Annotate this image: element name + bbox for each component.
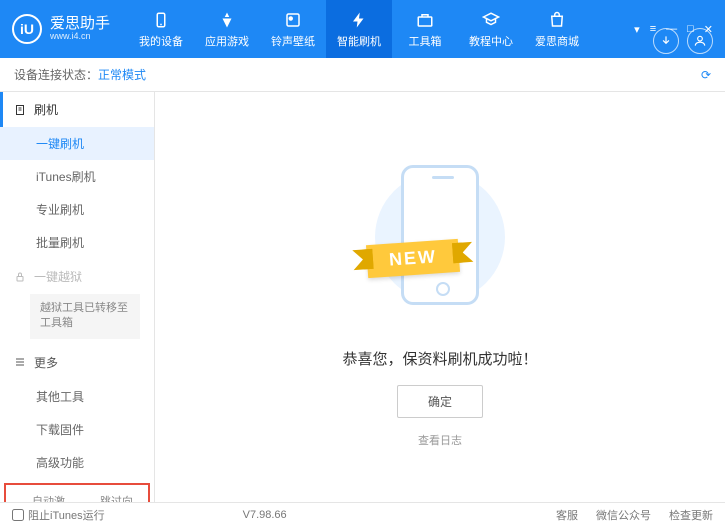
sidebar: 刷机 一键刷机 iTunes刷机 专业刷机 批量刷机 一键越狱 越狱工具已转移至… [0, 92, 155, 502]
sidebar-item-itunes[interactable]: iTunes刷机 [0, 160, 154, 193]
nav-label: 应用游戏 [205, 33, 249, 49]
view-log-link[interactable]: 查看日志 [418, 432, 462, 448]
sidebar-item-oneclick[interactable]: 一键刷机 [0, 127, 154, 160]
nav-media[interactable]: 铃声壁纸 [260, 0, 326, 58]
checkbox-label: 跳过向导 [100, 493, 138, 502]
block-itunes-checkbox[interactable]: 阻止iTunes运行 [12, 507, 105, 523]
nav-label: 教程中心 [469, 33, 513, 49]
user-button[interactable] [687, 28, 713, 54]
footer-update[interactable]: 检查更新 [669, 507, 713, 523]
sidebar-item-other-tools[interactable]: 其他工具 [0, 380, 154, 413]
nav-tutorial[interactable]: 教程中心 [458, 0, 524, 58]
store-icon [547, 10, 567, 30]
sidebar-label: 刷机 [34, 101, 58, 118]
device-icon [151, 10, 171, 30]
sidebar-label: 一键越狱 [34, 268, 82, 285]
status-label: 设备连接状态： [14, 66, 98, 83]
document-icon [14, 104, 26, 116]
skip-guide-checkbox[interactable]: 跳过向导 [84, 493, 138, 502]
app-title: 爱思助手 [50, 16, 110, 33]
status-mode: 正常模式 [98, 66, 146, 83]
status-bar: 设备连接状态： 正常模式 ⟳ [0, 58, 725, 92]
apps-icon [217, 10, 237, 30]
app-url: www.i4.cn [50, 32, 110, 42]
ok-button[interactable]: 确定 [397, 385, 483, 418]
footer-wechat[interactable]: 微信公众号 [596, 507, 651, 523]
checkbox-label: 阻止iTunes运行 [28, 507, 105, 523]
nav-flash[interactable]: 智能刷机 [326, 0, 392, 58]
sidebar-item-pro[interactable]: 专业刷机 [0, 193, 154, 226]
list-icon [14, 356, 26, 368]
sidebar-more-header[interactable]: 更多 [0, 345, 154, 380]
nav-toolbox[interactable]: 工具箱 [392, 0, 458, 58]
refresh-icon[interactable]: ⟳ [701, 68, 711, 82]
ribbon-new: NEW [366, 238, 460, 277]
sidebar-flash-header[interactable]: 刷机 [0, 92, 154, 127]
nav-label: 铃声壁纸 [271, 33, 315, 49]
main-content: NEW 恭喜您，保资料刷机成功啦！ 确定 查看日志 [155, 92, 725, 502]
nav-apps[interactable]: 应用游戏 [194, 0, 260, 58]
footer-support[interactable]: 客服 [556, 507, 578, 523]
lock-icon [14, 271, 26, 283]
jailbreak-note: 越狱工具已转移至工具箱 [30, 294, 140, 339]
success-message: 恭喜您，保资料刷机成功啦！ [342, 348, 537, 369]
main-nav: 我的设备 应用游戏 铃声壁纸 智能刷机 工具箱 教程中心 爱思商城 [128, 0, 590, 58]
nav-label: 工具箱 [409, 33, 442, 49]
nav-label: 我的设备 [139, 33, 183, 49]
checkbox-label: 自动激活 [32, 493, 70, 502]
options-row: 自动激活 跳过向导 [4, 483, 150, 502]
flash-icon [349, 10, 369, 30]
sidebar-jailbreak: 一键越狱 [0, 259, 154, 294]
sidebar-label: 更多 [34, 354, 58, 371]
version-label: V7.98.66 [243, 509, 287, 521]
app-header: iU 爱思助手 www.i4.cn 我的设备 应用游戏 铃声壁纸 智能刷机 工具… [0, 0, 725, 58]
sidebar-item-download-fw[interactable]: 下载固件 [0, 413, 154, 446]
media-icon [283, 10, 303, 30]
download-button[interactable] [653, 28, 679, 54]
success-illustration: NEW [355, 147, 525, 332]
sidebar-item-batch[interactable]: 批量刷机 [0, 226, 154, 259]
footer: 阻止iTunes运行 V7.98.66 客服 微信公众号 检查更新 [0, 502, 725, 527]
auto-activate-checkbox[interactable]: 自动激活 [16, 493, 70, 502]
nav-store[interactable]: 爱思商城 [524, 0, 590, 58]
menu-icon[interactable]: ▾ [634, 23, 640, 36]
toolbox-icon [415, 10, 435, 30]
nav-label: 智能刷机 [337, 33, 381, 49]
tutorial-icon [481, 10, 501, 30]
sidebar-item-advanced[interactable]: 高级功能 [0, 446, 154, 479]
nav-my-device[interactable]: 我的设备 [128, 0, 194, 58]
logo: iU 爱思助手 www.i4.cn [12, 14, 110, 44]
nav-label: 爱思商城 [535, 33, 579, 49]
logo-icon: iU [12, 14, 42, 44]
